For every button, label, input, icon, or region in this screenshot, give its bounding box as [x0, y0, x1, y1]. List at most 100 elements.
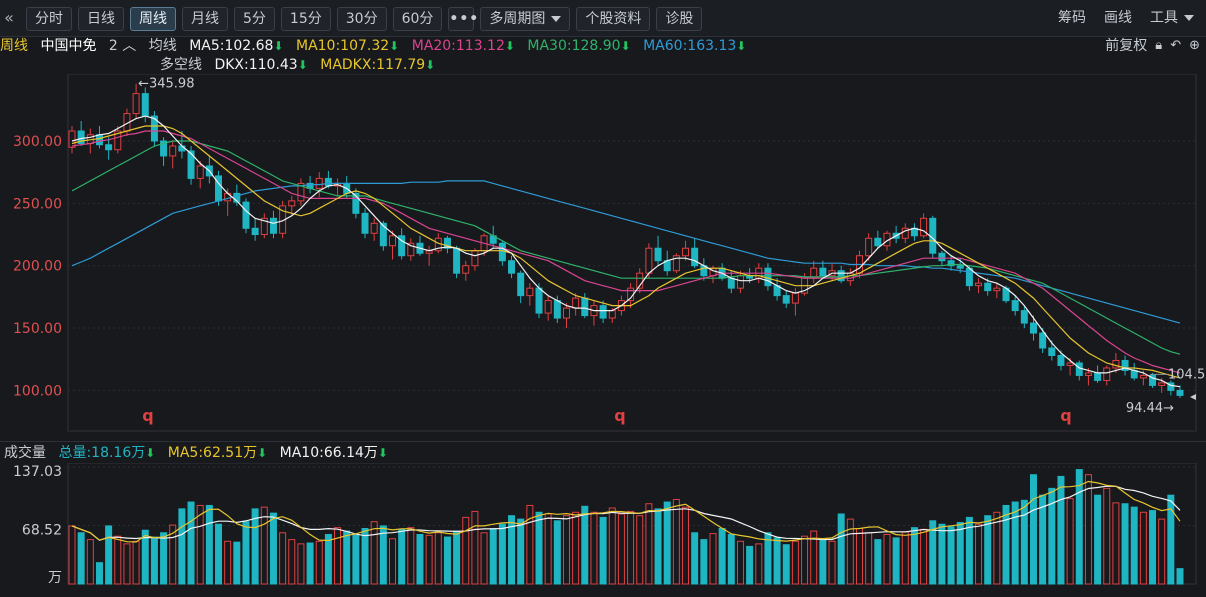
volume-tick-label: 68.52 — [22, 522, 62, 538]
candle-up — [645, 247, 653, 274]
ma30-value: MA30:128.90⬇ — [527, 38, 630, 54]
volume-bar-up — [123, 543, 131, 585]
volume-bar-up — [755, 543, 763, 585]
tab-weekly[interactable]: 周线 — [130, 7, 176, 31]
down-arrow-icon: ⬇ — [425, 58, 436, 72]
candle-up — [865, 237, 873, 257]
y-tick-label: 100.00 — [13, 383, 62, 399]
candle-up — [526, 287, 534, 297]
volume-bar-up — [279, 532, 287, 585]
plot-frame — [67, 74, 1197, 432]
candle-up — [1112, 359, 1120, 369]
candle-up — [370, 222, 378, 234]
volume-bar-up — [617, 513, 625, 585]
volume-bar-down — [874, 539, 882, 585]
volume-total-text: 总量:18.16万 — [58, 445, 146, 461]
volume-bar-up — [682, 506, 690, 585]
multi-period-button[interactable]: 多周期图 — [480, 7, 571, 31]
dkx-bar: 多空线 DKX:110.43⬇ MADKX:117.79⬇ — [160, 56, 443, 74]
volume-bar-up — [114, 535, 122, 585]
volume-bar-up — [856, 528, 864, 585]
ma30-line — [71, 140, 1181, 355]
adjust-mode[interactable]: 前复权 — [1105, 36, 1147, 56]
indicator-count[interactable]: 2 ︿ — [109, 38, 136, 54]
undo-icon[interactable]: ↶ — [1170, 36, 1181, 56]
candle-down — [453, 247, 461, 274]
volume-chart[interactable]: 137.03 68.52 万 — [0, 463, 1206, 597]
tab-monthly[interactable]: 月线 — [182, 7, 228, 31]
volume-bar-down — [1075, 469, 1083, 585]
candle-up — [736, 275, 744, 289]
volume-bar-up — [480, 532, 488, 585]
volume-bar-down — [553, 520, 561, 585]
candle-up — [1158, 382, 1166, 386]
diagnose-button[interactable]: 诊股 — [656, 7, 703, 31]
down-arrow-icon: ⬇ — [273, 39, 284, 53]
volume-bar-up — [224, 540, 232, 585]
chips-button[interactable]: 筹码 — [1058, 7, 1086, 29]
y-tick-label: 250.00 — [13, 196, 62, 212]
zoom-icon[interactable]: ⊕ — [1189, 36, 1200, 56]
volume-bar-up — [627, 510, 635, 585]
dkx-label: 多空线 — [160, 57, 202, 73]
volume-bar-up — [1103, 487, 1111, 585]
volume-bar-down — [160, 532, 168, 585]
volume-bar-down — [233, 541, 241, 585]
candle-up — [169, 145, 177, 157]
volume-bar-down — [379, 525, 387, 585]
tab-daily[interactable]: 日线 — [78, 7, 124, 31]
candle-down — [1039, 332, 1047, 349]
kline-chart[interactable]: 300.00 250.00 200.00 150.00 100.00 ←345.98 94.… — [0, 74, 1206, 441]
candle-down — [517, 272, 525, 297]
stock-profile-button[interactable]: 个股资料 — [576, 7, 651, 31]
volume-bar-down — [361, 528, 369, 585]
candle-up — [1066, 362, 1074, 366]
volume-bar-down — [251, 508, 259, 585]
candle-down — [581, 297, 589, 317]
volume-bar-down — [1057, 475, 1065, 585]
volume-bar-down — [95, 562, 103, 585]
volume-bar-down — [352, 533, 360, 585]
volume-bar-up — [608, 507, 616, 585]
candle-down — [1029, 322, 1037, 334]
tab-60min[interactable]: 60分 — [392, 7, 443, 31]
down-arrow-icon: ⬇ — [389, 39, 400, 53]
volume-bar-down — [443, 536, 451, 585]
volume-label: 成交量 — [4, 445, 46, 461]
tab-15min[interactable]: 15分 — [280, 7, 331, 31]
tab-5min[interactable]: 5分 — [234, 7, 275, 31]
ma5-text: MA5:102.68 — [189, 38, 274, 54]
down-arrow-icon: ⬇ — [297, 58, 308, 72]
candle-down — [95, 134, 103, 146]
lock-icon[interactable]: 🔒︎ — [1155, 36, 1162, 56]
collapse-icon[interactable]: « — [0, 7, 18, 29]
volume-bar-up — [196, 504, 204, 585]
volume-bar-up — [297, 543, 305, 585]
candle-up — [682, 247, 690, 257]
volume-bar-down — [343, 530, 351, 585]
volume-header: 成交量 总量:18.16万⬇ MA5:62.51万⬇ MA10:66.14万⬇ — [0, 441, 1206, 464]
tools-button[interactable]: 工具 — [1150, 7, 1194, 29]
candle-down — [361, 212, 369, 234]
volume-bar-up — [901, 531, 909, 585]
candle-up — [388, 235, 396, 247]
volume-bar-up — [709, 533, 717, 585]
indicator-count-value: 2 — [108, 38, 118, 54]
tab-30min[interactable]: 30分 — [336, 7, 387, 31]
ma10-value: MA10:107.32⬇ — [296, 38, 399, 54]
candle-down — [269, 217, 277, 234]
volume-bar-down — [489, 528, 497, 585]
volume-bar-up — [462, 516, 470, 585]
volume-bar-down — [178, 508, 186, 585]
candle-down — [1094, 372, 1102, 381]
more-button[interactable]: ••• — [448, 7, 478, 31]
candle-up — [791, 292, 799, 304]
candle-down — [1020, 310, 1028, 324]
tab-timeshare[interactable]: 分时 — [26, 7, 72, 31]
volume-bar-up — [471, 510, 479, 585]
candle-down — [599, 305, 607, 319]
volume-bar-down — [746, 545, 754, 585]
draw-line-button[interactable]: 画线 — [1104, 7, 1132, 29]
volume-bar-up — [425, 534, 433, 585]
last-price-label: 104.56 — [1168, 367, 1206, 382]
